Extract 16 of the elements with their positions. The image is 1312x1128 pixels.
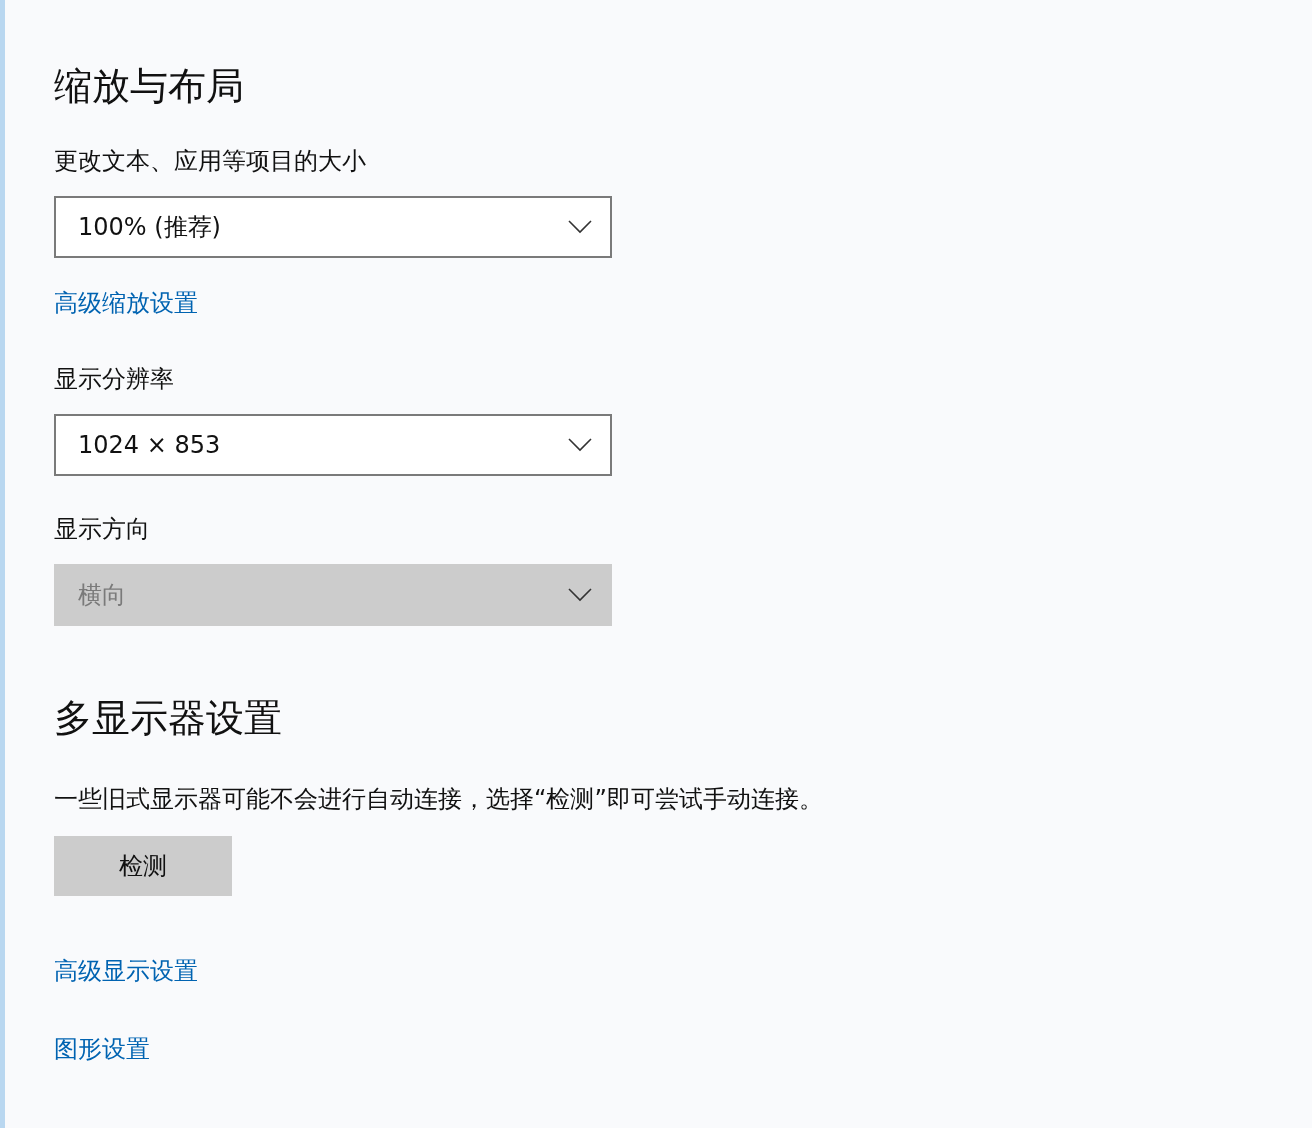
detect-button[interactable]: 检测: [54, 836, 232, 896]
field-label: 显示分辨率: [54, 364, 175, 395]
dropdown[interactable]: 1024 × 853: [54, 414, 612, 476]
dropdown: 横向: [54, 564, 612, 626]
section-title: 缩放与布局: [54, 63, 245, 110]
field-label: 显示方向: [54, 514, 151, 545]
section-title: 多显示器设置: [54, 695, 283, 742]
chevron-down-icon: [568, 220, 592, 234]
dropdown[interactable]: 100% (推荐): [54, 196, 612, 258]
field-label: 更改文本、应用等项目的大小: [54, 146, 367, 177]
chevron-down-icon: [568, 588, 592, 602]
description-text: 一些旧式显示器可能不会进行自动连接，选择“检测”即可尝试手动连接。: [54, 784, 823, 815]
link[interactable]: 图形设置: [54, 1032, 150, 1066]
link[interactable]: 高级显示设置: [54, 954, 198, 988]
chevron-down-icon: [568, 438, 592, 452]
link[interactable]: 高级缩放设置: [54, 286, 198, 320]
